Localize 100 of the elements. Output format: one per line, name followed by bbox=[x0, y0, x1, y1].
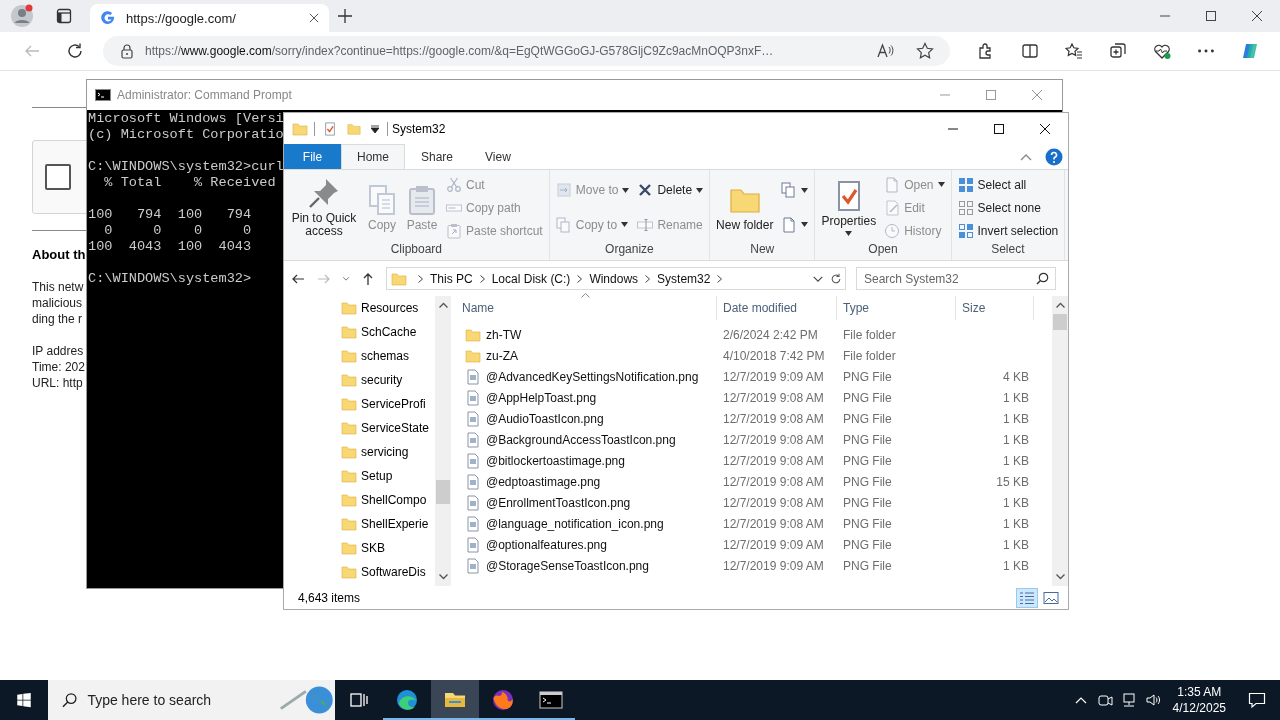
search-bar[interactable]: Search System32 bbox=[856, 267, 1056, 290]
ribbon-tab[interactable]: File bbox=[284, 144, 341, 169]
ribbon-tab[interactable]: Home bbox=[341, 144, 405, 169]
paragraph-line: malicious bbox=[32, 295, 82, 311]
search-bar[interactable]: Type here to search bbox=[48, 680, 335, 720]
close-icon bbox=[1031, 89, 1043, 101]
address-field[interactable]: This PC Local Disk (C:) Windows System32 bbox=[386, 267, 846, 290]
checkbox[interactable] bbox=[45, 164, 71, 190]
folder-icon bbox=[292, 120, 308, 137]
tab-title: https://google.com/ bbox=[126, 10, 237, 26]
console-line: % Total % Received bbox=[103, 175, 277, 191]
section-heading: About th bbox=[32, 247, 86, 263]
file-name[interactable]: @edptoastimage.png bbox=[486, 474, 601, 489]
ribbon-button[interactable]: Delete bbox=[635, 181, 706, 200]
folder-icon bbox=[341, 540, 357, 556]
file-name[interactable]: @EnrollmentToastIcon.png bbox=[486, 495, 631, 510]
address-bar[interactable]: https://www.google.com/sorry/index?continue=https://google.com/&q=EgQtWGGoGJ-G578GljC9Zc9acMnOQP3nxF… bbox=[103, 36, 950, 66]
file-name[interactable]: zu-ZA bbox=[486, 348, 518, 363]
search-input[interactable]: Search System32 bbox=[864, 271, 1036, 286]
column-header[interactable]: Name bbox=[456, 296, 717, 320]
windows-logo-icon bbox=[15, 691, 33, 709]
scissors-icon bbox=[446, 176, 462, 193]
up-arrow-icon bbox=[361, 271, 375, 286]
move-icon bbox=[555, 182, 572, 199]
scroll-thumb[interactable] bbox=[436, 479, 451, 504]
caret-down-icon bbox=[371, 124, 379, 133]
tree-item[interactable]: servicing bbox=[284, 440, 436, 464]
file-type: File folder bbox=[842, 348, 897, 363]
file-name[interactable]: @AdvancedKeySettingsNotification.png bbox=[486, 369, 699, 384]
file-name[interactable]: @BackgroundAccessToastIcon.png bbox=[486, 432, 676, 447]
file-name[interactable]: @StorageSenseToastIcon.png bbox=[486, 558, 649, 573]
ribbon-button[interactable]: Select none bbox=[955, 198, 1061, 217]
tree-item[interactable]: ShellCompo bbox=[284, 488, 436, 512]
folder-icon bbox=[341, 372, 357, 388]
documents-icon bbox=[781, 182, 798, 199]
ribbon-button[interactable]: Select all bbox=[955, 175, 1061, 194]
breadcrumb-item[interactable]: This PC bbox=[430, 271, 473, 286]
file-name[interactable]: @AppHelpToast.png bbox=[486, 390, 597, 405]
profile-icon[interactable] bbox=[10, 4, 34, 28]
search-input[interactable]: Type here to search bbox=[87, 692, 268, 708]
view-button[interactable] bbox=[1016, 587, 1038, 608]
ribbon-button[interactable]: Properties bbox=[819, 177, 879, 238]
grid-icon bbox=[957, 176, 974, 193]
document-icon bbox=[781, 216, 798, 233]
taskbar-app-button[interactable] bbox=[431, 680, 479, 720]
ribbon-button[interactable]: New folder bbox=[714, 181, 776, 234]
maximize-icon bbox=[985, 89, 997, 101]
refresh-icon bbox=[830, 272, 842, 285]
caret-down-icon bbox=[696, 187, 704, 193]
file-name[interactable]: @bitlockertoastimage.png bbox=[486, 453, 625, 468]
file-size: 1 KB bbox=[1002, 390, 1030, 405]
tree-item[interactable]: SoftwareDis bbox=[284, 560, 436, 584]
document-icon bbox=[884, 176, 901, 193]
file-name[interactable]: @AudioToastIcon.png bbox=[486, 411, 604, 426]
column-header[interactable]: Date modified bbox=[717, 296, 837, 320]
column-header[interactable]: Type bbox=[837, 296, 956, 320]
tree-item[interactable]: SKB bbox=[284, 536, 436, 560]
file-name[interactable]: @language_notification_icon.png bbox=[486, 516, 664, 531]
scrollbar[interactable] bbox=[1052, 296, 1068, 586]
date-modified: 12/7/2019 9:08 AM bbox=[722, 516, 825, 531]
column-header[interactable]: Size bbox=[956, 296, 1034, 320]
file-type: PNG File bbox=[842, 411, 893, 426]
caret-down-icon bbox=[801, 222, 809, 228]
item-count: 4,643 items bbox=[298, 590, 361, 605]
breadcrumb-item[interactable]: Windows bbox=[589, 271, 639, 286]
breadcrumb-item[interactable]: System32 bbox=[657, 271, 711, 286]
tree-item[interactable]: security bbox=[284, 368, 436, 392]
tree-item[interactable]: ServiceProfi bbox=[284, 392, 436, 416]
tree-item[interactable]: Setup bbox=[284, 464, 436, 488]
file-size: 1 KB bbox=[1002, 558, 1030, 573]
scroll-up-icon bbox=[1055, 302, 1065, 308]
image-file-icon bbox=[465, 410, 481, 427]
folder-icon bbox=[465, 326, 481, 343]
tree-item[interactable]: ShellExperie bbox=[284, 512, 436, 536]
scroll-thumb[interactable] bbox=[1053, 314, 1067, 330]
scrollbar[interactable] bbox=[435, 296, 452, 586]
tree-item[interactable]: schemas bbox=[284, 344, 436, 368]
close-icon[interactable] bbox=[309, 13, 319, 23]
ribbon-tab[interactable]: View bbox=[469, 144, 527, 169]
date-modified: 12/7/2019 9:09 AM bbox=[722, 558, 825, 573]
caret-down-icon bbox=[937, 182, 945, 187]
browser-tab[interactable]: https://google.com/ bbox=[90, 4, 329, 32]
file-name[interactable]: zh-TW bbox=[486, 327, 522, 342]
file-size: 4 KB bbox=[1002, 369, 1030, 384]
ribbon-button[interactable]: Invert selection bbox=[955, 221, 1061, 240]
tree-item[interactable]: ServiceState bbox=[284, 416, 436, 440]
ribbon-button[interactable]: Pin to Quick access bbox=[288, 175, 360, 240]
new-tab-icon[interactable] bbox=[337, 8, 353, 24]
maximize-icon bbox=[1205, 10, 1217, 22]
image-file-icon bbox=[465, 452, 481, 469]
tree-item[interactable]: Resources bbox=[284, 296, 436, 320]
ribbon-tab[interactable]: Share bbox=[405, 144, 470, 169]
image-file-icon bbox=[465, 557, 481, 574]
file-name[interactable]: @optionalfeatures.png bbox=[486, 537, 607, 552]
terminal-icon bbox=[539, 688, 563, 712]
clock-button[interactable]: 1:35 AM 4/12/2025 bbox=[1164, 684, 1234, 716]
tab-actions-icon[interactable] bbox=[56, 8, 72, 24]
ribbon-button[interactable] bbox=[779, 181, 811, 200]
breadcrumb-item[interactable]: Local Disk (C:) bbox=[491, 271, 571, 286]
tree-item[interactable]: SchCache bbox=[284, 320, 436, 344]
